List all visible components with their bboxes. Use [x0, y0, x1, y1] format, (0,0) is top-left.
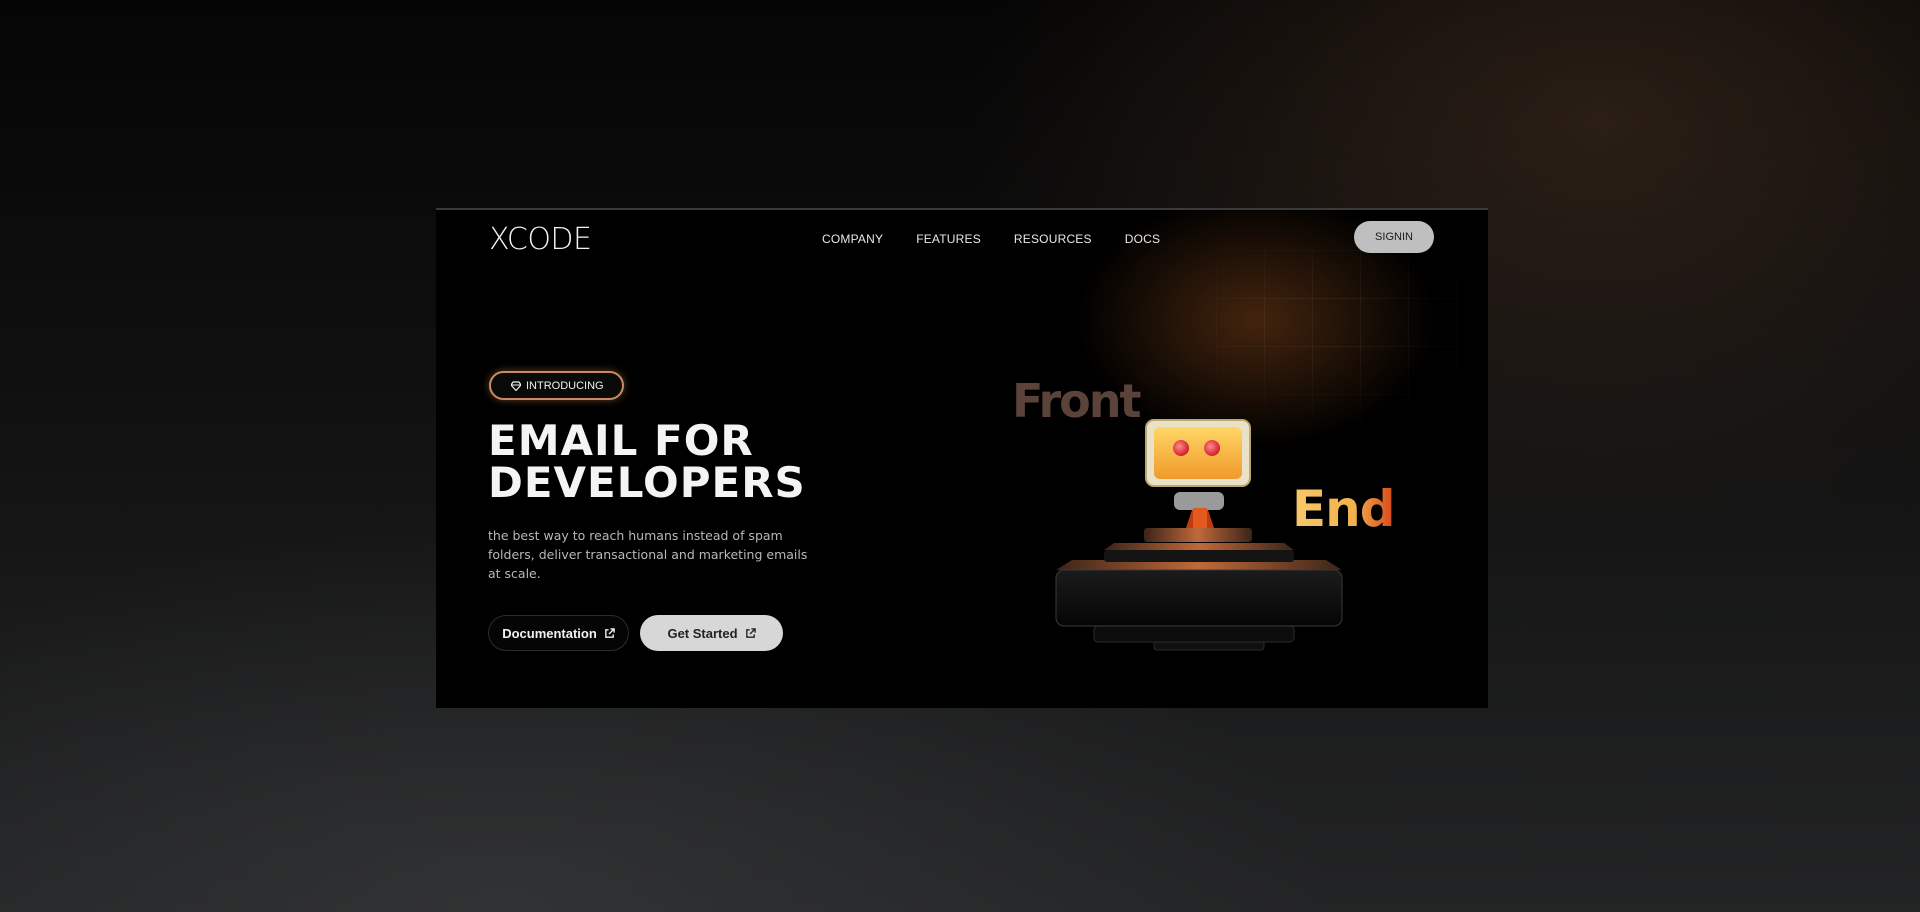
robot-face-screen: [1154, 427, 1242, 479]
nav-item-docs[interactable]: DOCS: [1125, 232, 1160, 246]
external-link-icon: [604, 627, 615, 638]
brand-logo[interactable]: XCODE: [489, 222, 592, 257]
robot-neck-base: [1174, 492, 1224, 510]
pedestal-middle-rim: [1104, 543, 1294, 550]
hero-headline: EMAIL FOR DEVELOPERS: [488, 420, 806, 504]
headline-line-1: EMAIL FOR: [488, 416, 754, 465]
robot-eye-right: [1204, 440, 1220, 456]
external-link-icon: [745, 627, 756, 638]
documentation-button[interactable]: Documentation: [488, 615, 629, 651]
main-nav: COMPANY FEATURES RESOURCES DOCS: [822, 232, 1160, 246]
badge-label: INTRODUCING: [526, 379, 604, 392]
gem-icon: [511, 380, 521, 391]
robot-neck-stem: [1193, 508, 1207, 528]
pedestal-top-block: [1144, 528, 1252, 542]
get-started-button-label: Get Started: [667, 625, 738, 641]
pedestal-main-block: [1055, 569, 1343, 627]
nav-item-resources[interactable]: RESOURCES: [1014, 232, 1092, 246]
nav-item-company[interactable]: COMPANY: [822, 232, 883, 246]
end-3d-text: End: [1292, 480, 1396, 538]
nav-item-features[interactable]: FEATURES: [916, 232, 981, 246]
robot-pedestal-illustration: [1055, 419, 1343, 651]
hero-description: the best way to reach humans instead of …: [488, 528, 808, 581]
documentation-button-label: Documentation: [502, 625, 597, 641]
landing-page-frame: XCODE COMPANY FEATURES RESOURCES DOCS SI…: [436, 208, 1488, 708]
signin-button[interactable]: SIGNIN: [1354, 221, 1434, 253]
robot-eye-left: [1173, 440, 1189, 456]
plinth-lower: [1093, 625, 1295, 643]
pedestal-middle-block: [1104, 550, 1294, 562]
headline-line-2: DEVELOPERS: [488, 458, 806, 507]
introducing-badge[interactable]: INTRODUCING: [489, 371, 624, 400]
get-started-button[interactable]: Get Started: [640, 615, 783, 651]
